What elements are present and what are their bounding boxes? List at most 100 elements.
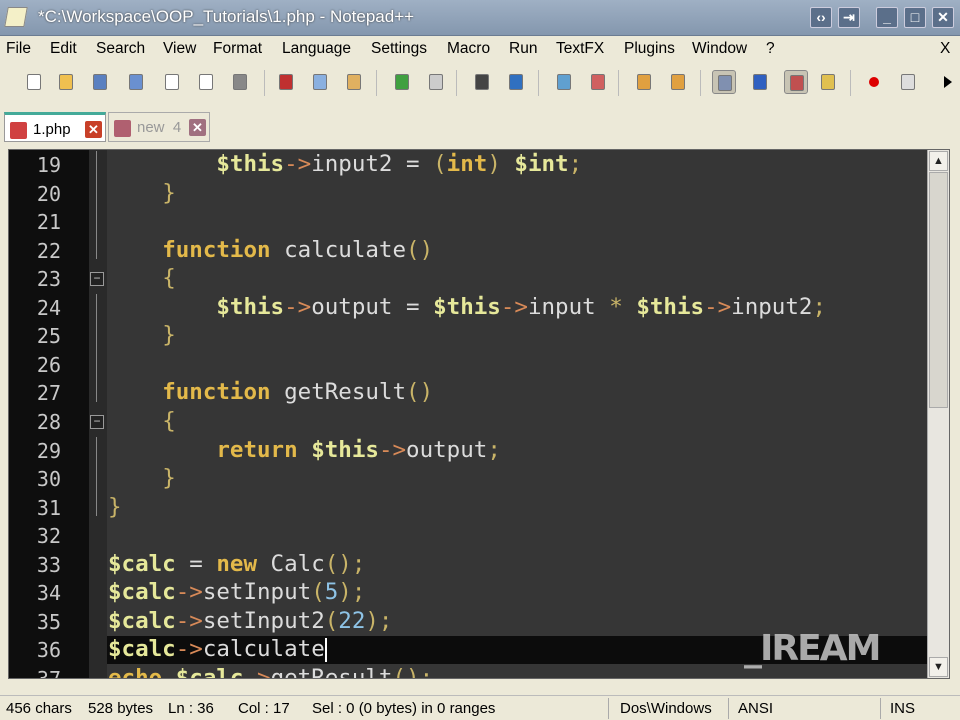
code-token-var: $this (311, 436, 379, 463)
menu-help[interactable]: ? (766, 40, 775, 58)
code-token-br: ) (487, 151, 501, 177)
code-line[interactable]: } (108, 494, 122, 520)
code-line[interactable]: { (108, 408, 176, 434)
code-line[interactable]: } (108, 465, 176, 491)
menu-window[interactable]: Window (692, 40, 747, 58)
wrap-icon[interactable] (712, 70, 736, 94)
code-token-id (108, 151, 216, 177)
dock-button[interactable]: ⇥ (838, 7, 860, 28)
insert-mode: INS (890, 700, 916, 717)
user-lang-icon[interactable] (816, 70, 840, 94)
code-line[interactable]: } (108, 180, 176, 206)
code-token-id (108, 294, 216, 320)
print-icon[interactable] (228, 70, 252, 94)
scrollbar-thumb[interactable] (929, 172, 948, 408)
restore-doc-button[interactable]: ‹› (810, 7, 832, 28)
menu-search[interactable]: Search (96, 40, 145, 58)
menu-macro[interactable]: Macro (447, 40, 490, 58)
maximize-button[interactable]: □ (904, 7, 926, 28)
code-token-id: = (175, 550, 217, 577)
status-bar: 456 chars 528 bytes Ln : 36 Col : 17 Sel… (0, 695, 960, 720)
toolbar-separator (264, 70, 265, 96)
code-token-br: (); (324, 550, 366, 577)
cut-icon[interactable] (274, 70, 298, 94)
code-line[interactable]: $this->input2 = (int) $int; (108, 151, 582, 177)
vertical-scrollbar[interactable]: ▲ ▼ (927, 150, 949, 678)
copy-icon[interactable] (308, 70, 332, 94)
menu-settings[interactable]: Settings (371, 40, 427, 58)
toolbar-separator (376, 70, 377, 96)
stop-macro-icon[interactable] (896, 70, 920, 94)
fold-collapse-icon[interactable]: − (90, 272, 104, 287)
line-number: 23 (36, 267, 61, 292)
code-line[interactable]: $calc->setInput2(22); (108, 608, 392, 634)
close-all-icon[interactable] (194, 70, 218, 94)
title-bar: *C:\Workspace\OOP_Tutorials\1.php - Note… (0, 0, 960, 36)
code-line[interactable]: $this->output = $this->input * $this->in… (108, 294, 826, 320)
code-line[interactable]: } (108, 322, 176, 348)
code-line[interactable]: $calc->setInput(5); (108, 579, 365, 605)
code-line[interactable]: echo $calc->getResult(); (108, 665, 433, 678)
menu-edit[interactable]: Edit (50, 40, 77, 58)
code-token-br: ); (338, 579, 366, 606)
scroll-down-icon[interactable]: ▼ (929, 657, 948, 677)
zoom-out-icon[interactable] (586, 70, 610, 94)
line-number: 30 (36, 467, 61, 492)
scroll-up-icon[interactable]: ▲ (929, 151, 948, 171)
sync-vertical-icon[interactable] (632, 70, 656, 94)
code-line[interactable]: return $this->output; (108, 436, 500, 463)
code-editor[interactable]: 19 $this->input2 = (int) $int; 20 } 21 22 f… (8, 149, 950, 679)
menu-run[interactable]: Run (509, 40, 537, 58)
new-file-icon[interactable] (22, 70, 46, 94)
more-icon[interactable] (936, 70, 960, 94)
code-line[interactable]: $calc->calculate (108, 636, 327, 662)
menu-view[interactable]: View (163, 40, 196, 58)
menu-textfx[interactable]: TextFX (556, 40, 604, 58)
undo-icon[interactable] (390, 70, 414, 94)
menu-plugins[interactable]: Plugins (624, 40, 675, 58)
sync-horizontal-icon[interactable] (666, 70, 690, 94)
save-all-icon[interactable] (124, 70, 148, 94)
tab-close-icon[interactable]: ✕ (189, 119, 206, 136)
tab-close-icon[interactable]: ✕ (85, 121, 102, 138)
selection-info: Sel : 0 (0 bytes) in 0 ranges (312, 700, 496, 717)
toolbar-separator (850, 70, 851, 96)
tab-1-php[interactable]: 1.php ✕ (4, 112, 106, 142)
close-button[interactable]: ✕ (932, 7, 954, 28)
replace-icon[interactable] (504, 70, 528, 94)
menu-file[interactable]: File (6, 40, 31, 58)
code-line[interactable]: function getResult() (108, 379, 433, 405)
line-position: Ln : 36 (168, 700, 214, 717)
close-icon[interactable] (160, 70, 184, 94)
code-token-var: $this (216, 293, 285, 320)
code-token-id: output = (311, 293, 434, 320)
paste-icon[interactable] (342, 70, 366, 94)
line-number: 33 (36, 552, 61, 577)
tab-new-4[interactable]: new 4 ✕ (108, 112, 210, 142)
record-macro-icon[interactable] (862, 70, 886, 94)
window-title: *C:\Workspace\OOP_Tutorials\1.php - Note… (38, 7, 415, 26)
menu-format[interactable]: Format (213, 40, 262, 58)
fold-collapse-icon[interactable]: − (90, 414, 104, 429)
code-token-id: Calc (257, 550, 325, 577)
code-token-br: ; (812, 293, 826, 320)
indent-guide-icon[interactable] (784, 70, 808, 94)
menu-language[interactable]: Language (282, 40, 351, 58)
line-number: 32 (36, 524, 61, 549)
code-token-id (298, 437, 312, 463)
redo-icon[interactable] (424, 70, 448, 94)
open-file-icon[interactable] (54, 70, 78, 94)
code-line[interactable]: function calculate() (108, 237, 433, 263)
minimize-button[interactable]: _ (876, 7, 898, 28)
code-token-br: () (406, 236, 434, 263)
zoom-in-icon[interactable] (552, 70, 576, 94)
unsaved-file-icon (114, 120, 131, 137)
code-token-br: ); (365, 607, 393, 634)
code-line[interactable]: { (108, 265, 176, 291)
code-line[interactable]: $calc = new Calc(); (108, 551, 365, 577)
find-icon[interactable] (470, 70, 494, 94)
text-caret (324, 637, 327, 662)
close-document-button[interactable]: X (940, 40, 950, 58)
save-icon[interactable] (88, 70, 112, 94)
show-all-chars-icon[interactable] (748, 70, 772, 94)
